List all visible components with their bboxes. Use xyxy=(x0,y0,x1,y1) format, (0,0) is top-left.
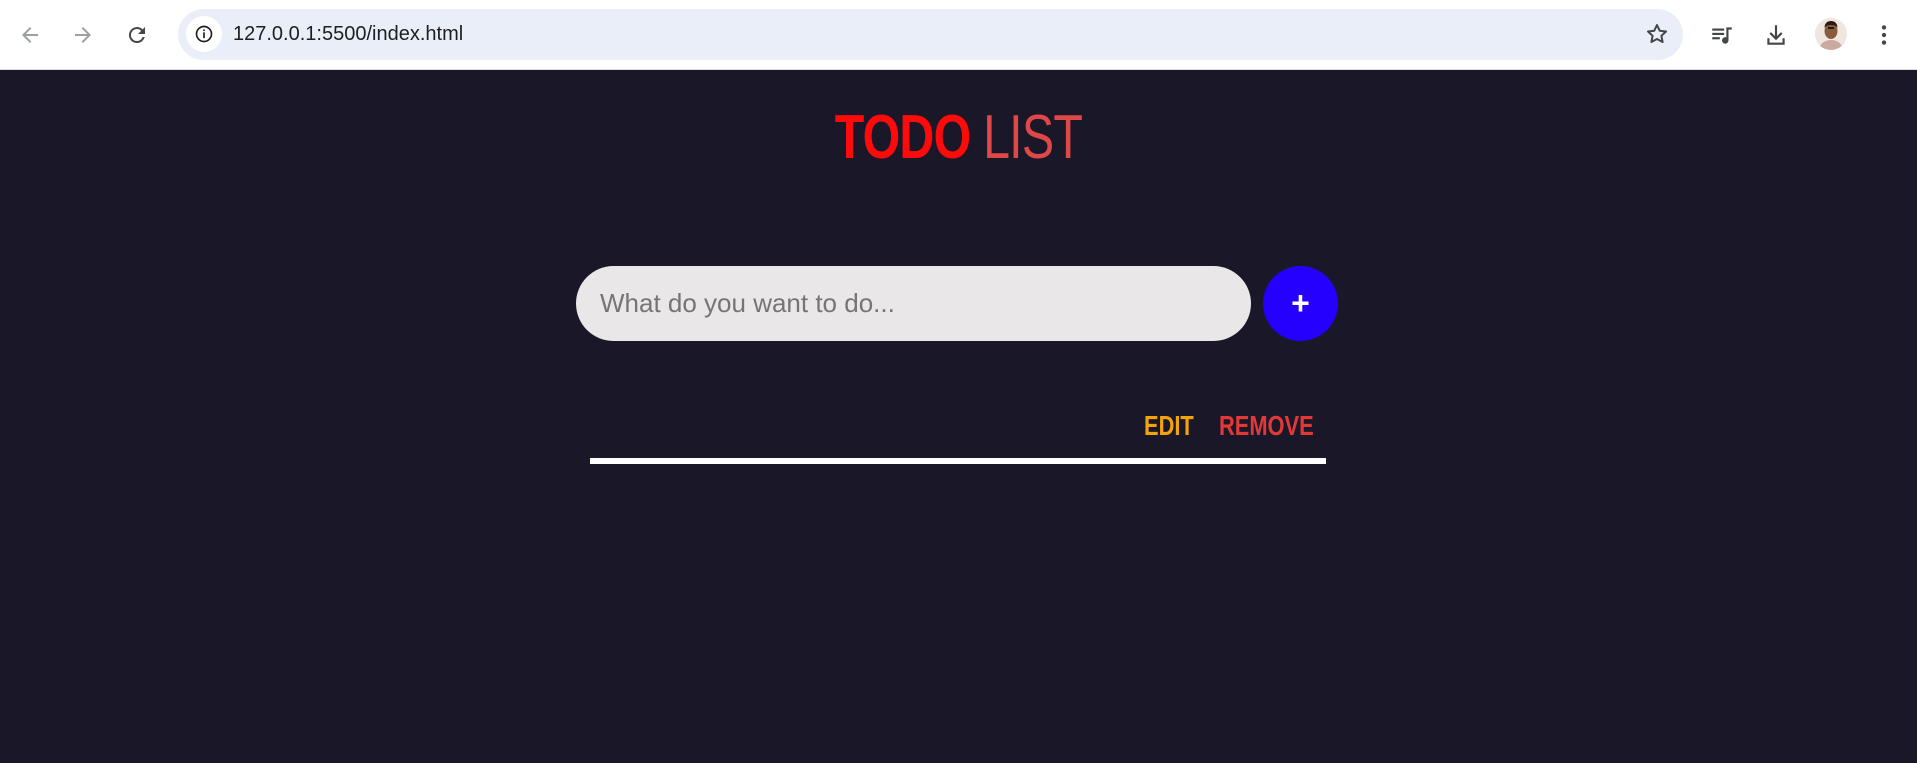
star-icon xyxy=(1647,24,1667,43)
bookmark-button[interactable] xyxy=(1643,20,1671,48)
site-info-button[interactable] xyxy=(186,16,222,52)
page-title: TODO LIST xyxy=(211,100,1706,176)
todo-input[interactable] xyxy=(576,266,1251,341)
add-button[interactable]: + xyxy=(1263,266,1338,341)
info-icon xyxy=(195,25,213,43)
title-list: LIST xyxy=(983,103,1083,172)
title-todo: TODO xyxy=(834,103,971,172)
browser-menu-button[interactable] xyxy=(1864,15,1904,55)
back-button[interactable] xyxy=(10,15,50,55)
todo-item-divider xyxy=(590,458,1326,464)
profile-picture-icon xyxy=(1815,18,1847,50)
edit-button[interactable]: EDIT xyxy=(1144,410,1194,442)
reload-button[interactable] xyxy=(117,15,157,55)
media-queue-icon xyxy=(1712,27,1732,44)
kebab-menu-icon xyxy=(1881,25,1887,45)
back-arrow-icon xyxy=(22,27,38,43)
forward-button[interactable] xyxy=(63,15,103,55)
downloads-button[interactable] xyxy=(1756,15,1796,55)
media-button[interactable] xyxy=(1702,15,1742,55)
avatar[interactable] xyxy=(1815,18,1847,50)
url-text[interactable]: 127.0.0.1:5500/index.html xyxy=(233,9,463,60)
reload-icon xyxy=(128,27,145,44)
forward-arrow-icon xyxy=(75,27,91,43)
download-icon xyxy=(1767,25,1785,45)
address-bar[interactable]: 127.0.0.1:5500/index.html xyxy=(178,9,1683,60)
remove-button[interactable]: REMOVE xyxy=(1219,410,1314,442)
list-item: EDIT REMOVE xyxy=(589,405,1325,465)
browser-toolbar: 127.0.0.1:5500/index.html xyxy=(0,0,1917,70)
